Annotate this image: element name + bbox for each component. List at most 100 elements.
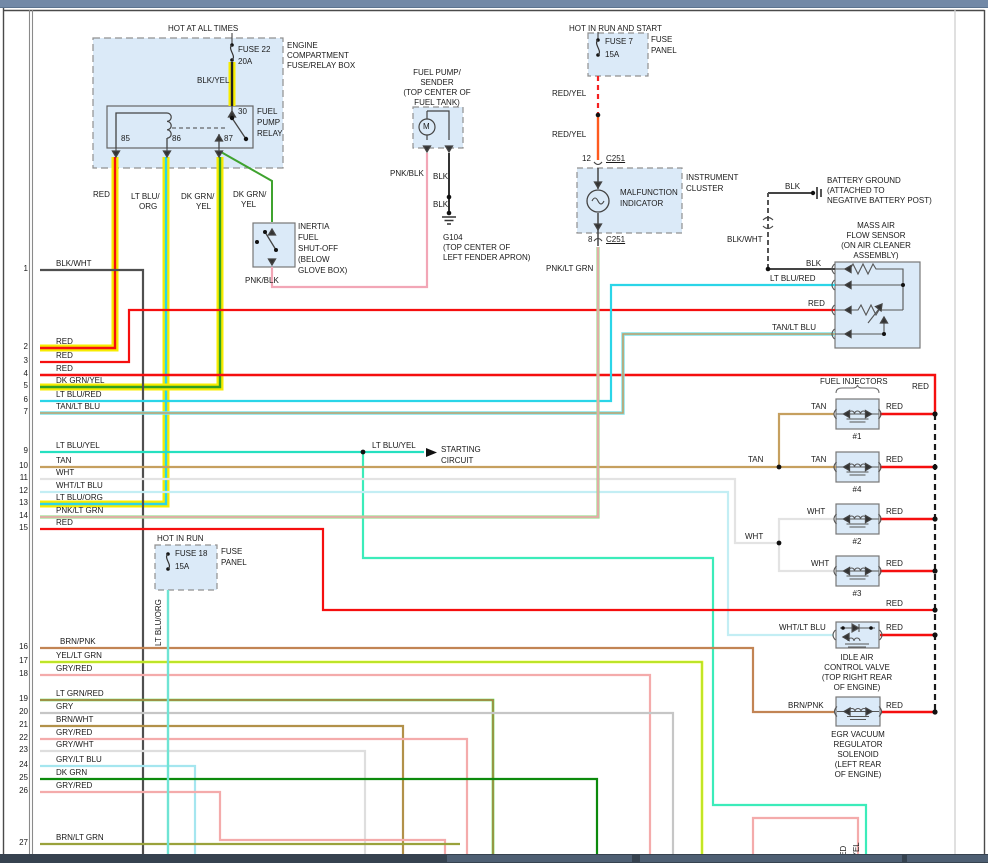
inertia-label: SHUT-OFF	[298, 244, 338, 253]
c251-connector-label: C251	[606, 154, 626, 163]
fuse-panel-label: PANEL	[651, 46, 677, 55]
relay-pin30-label: 30	[238, 107, 247, 116]
row-wire-label: BRN/LT GRN	[56, 833, 104, 842]
c251-pin8-label: 8	[588, 235, 593, 244]
splice-bus	[932, 411, 938, 715]
injector-number: #4	[852, 485, 862, 494]
row-number: 16	[19, 642, 28, 651]
blk-yel-label: BLK/YEL	[197, 76, 230, 85]
injector-out-label: RED	[886, 402, 903, 411]
row-wire-label: BLK/WHT	[56, 259, 92, 268]
row-wire-label: GRY/WHT	[56, 740, 94, 749]
blk-label: BLK	[433, 172, 449, 181]
egr-solenoid-label: REGULATOR	[833, 740, 883, 749]
injector-in-label: WHT	[807, 507, 826, 516]
egr-solenoid-label: (LEFT REAR	[834, 760, 882, 769]
row-wire-label: BRN/PNK	[60, 637, 96, 646]
row-wire-label: RED	[56, 364, 73, 373]
row-wire-label: LT BLU/ORG	[56, 493, 103, 502]
hot-at-all-times-label: HOT AT ALL TIMES	[168, 24, 239, 33]
row-number: 19	[19, 694, 28, 703]
blk-wht-label: BLK/WHT	[727, 235, 763, 244]
injector-number: #3	[852, 589, 862, 598]
row-number: 24	[19, 760, 28, 769]
row-number: 10	[19, 461, 28, 470]
row-wire-label: WHT/LT BLU	[56, 481, 103, 490]
idle-air-valve-label: CONTROL VALVE	[824, 663, 890, 672]
row-wire-label: DK GRN	[56, 768, 88, 777]
fuel-pump-label: FUEL PUMP/	[413, 68, 461, 77]
egr-out-label: RED	[886, 701, 903, 710]
fuse7-amp-label: 15A	[605, 50, 620, 59]
malfunction-indicator-label: INDICATOR	[620, 199, 664, 208]
scrollbar-thumb[interactable]	[907, 855, 988, 862]
row-wire-label: LT BLU/YEL	[56, 441, 100, 450]
scrollbar-thumb[interactable]	[640, 855, 902, 862]
fuel-pump-label: (TOP CENTER OF	[403, 88, 471, 97]
maf-sensor-label: FLOW SENSOR	[846, 231, 906, 240]
inertia-label: GLOVE BOX)	[298, 266, 348, 275]
pnk-blk-inertia-label: PNK/BLK	[245, 276, 279, 285]
wire-ltblu-org-label: LT BLU/	[131, 192, 160, 201]
row-wire-label: GRY/RED	[56, 781, 93, 790]
row-wire-label: RED	[56, 337, 73, 346]
row-number: 23	[19, 745, 28, 754]
inertia-label: (BELOW	[298, 255, 330, 264]
battery-ground-label: BATTERY GROUND	[827, 176, 901, 185]
idle-air-valve-label: OF ENGINE)	[833, 683, 881, 692]
pnk-ltgrn-label: PNK/LT GRN	[546, 264, 594, 273]
tan-junction-label: TAN	[748, 455, 764, 464]
row-number: 13	[19, 498, 28, 507]
valve-out-label: RED	[886, 623, 903, 632]
engine-box-label: ENGINE	[287, 41, 318, 50]
wire-red-label: RED	[93, 190, 110, 199]
row-number: 5	[23, 381, 28, 390]
hot-in-run-start-label: HOT IN RUN AND START	[569, 24, 662, 33]
maf-tan-ltblu-label: TAN/LT BLU	[772, 323, 817, 332]
fuse18-amp-label: 15A	[175, 562, 190, 571]
wires	[40, 76, 937, 854]
red-yel-label: RED/YEL	[552, 130, 587, 139]
row-wire-label: GRY	[56, 702, 74, 711]
ltblu-yel-label: LT BLU/YEL	[372, 441, 416, 450]
motor-m-icon: M	[423, 122, 430, 131]
ltblu-org-vertical-label: LT BLU/ORG	[154, 599, 163, 646]
row-number: 18	[19, 669, 28, 678]
row-number: 26	[19, 786, 28, 795]
row-number: 6	[23, 395, 28, 404]
egr-solenoid-label: OF ENGINE)	[834, 770, 882, 779]
maf-sensor-label: (ON AIR CLEANER	[841, 241, 911, 250]
fuse7-label: FUSE 7	[605, 37, 634, 46]
instrument-cluster-label: INSTRUMENT	[686, 173, 739, 182]
malfunction-indicator-label: MALFUNCTION	[620, 188, 678, 197]
starting-circuit-label: STARTING	[441, 445, 481, 454]
inertia-label: INERTIA	[298, 222, 330, 231]
row-number: 17	[19, 656, 28, 665]
row-number: 15	[19, 523, 28, 532]
wire-ltblu-org-label: ORG	[139, 202, 158, 211]
row-wire-label: RED	[56, 351, 73, 360]
fuse18-label: FUSE 18	[175, 549, 208, 558]
c251-connector-label: C251	[606, 235, 626, 244]
maf-sensor-label: ASSEMBLY)	[853, 251, 899, 260]
row-number: 27	[19, 838, 28, 847]
row-number: 25	[19, 773, 28, 782]
row-wire-label: LT GRN/RED	[56, 689, 104, 698]
engine-box-label: COMPARTMENT	[287, 51, 349, 60]
wire-dkgrn-yel-branch-label: YEL	[241, 200, 257, 209]
pnk-blk-label: PNK/BLK	[390, 169, 424, 178]
maf-sensor-label: MASS AIR	[857, 221, 895, 230]
g104-label: LEFT FENDER APRON)	[443, 253, 531, 262]
scrollbar-thumb[interactable]	[447, 855, 632, 862]
row-wire-label: TAN	[56, 456, 72, 465]
row-number: 12	[19, 486, 28, 495]
starting-circuit-label: CIRCUIT	[441, 456, 474, 465]
inertia-label: FUEL	[298, 233, 319, 242]
maf-red-label: RED	[808, 299, 825, 308]
idle-air-valve-label: IDLE AIR	[840, 653, 874, 662]
row-wire-label: DK GRN/YEL	[56, 376, 105, 385]
relay-name-label: PUMP	[257, 118, 281, 127]
relay-pin86-label: 86	[172, 134, 181, 143]
maf-ltblu-red-label: LT BLU/RED	[770, 274, 816, 283]
fuse-panel-label: PANEL	[221, 558, 247, 567]
